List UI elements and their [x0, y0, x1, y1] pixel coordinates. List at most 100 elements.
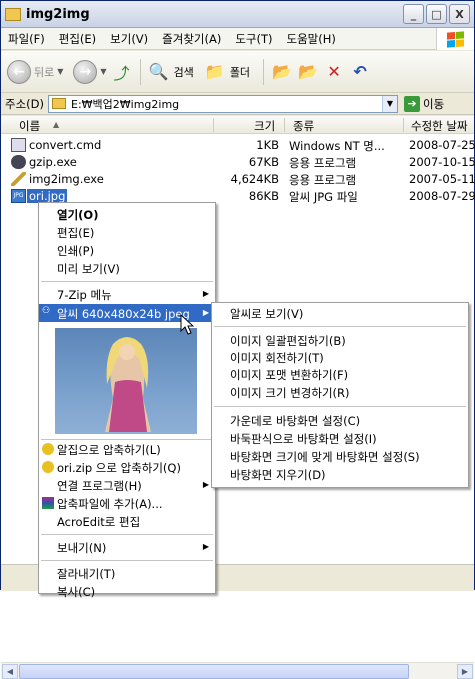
- menu-item-open-with[interactable]: 연결 프로그램(H) ▶: [39, 476, 215, 494]
- menu-item-alzip-ori[interactable]: ori.zip 으로 압축하기(Q): [39, 458, 215, 476]
- scroll-right-icon[interactable]: ▶: [457, 664, 473, 679]
- column-name[interactable]: 이름: [19, 118, 40, 133]
- column-divider[interactable]: [213, 118, 214, 132]
- back-arrow-icon: ←: [7, 59, 31, 84]
- chevron-down-icon[interactable]: ▼: [100, 67, 106, 76]
- window-title: img2img: [26, 6, 90, 22]
- back-button[interactable]: ← 뒤로 ▼: [7, 59, 63, 84]
- search-label[interactable]: 검색: [174, 64, 194, 80]
- copy-to-icon[interactable]: 📂: [297, 61, 319, 83]
- chevron-right-icon: ▶: [202, 542, 209, 551]
- menu-divider: [41, 281, 213, 282]
- alsee-submenu: 알씨로 보기(V) 이미지 일괄편집하기(B) 이미지 회전하기(T) 이미지 …: [211, 302, 469, 488]
- forward-arrow-icon: →: [73, 59, 98, 84]
- go-arrow-icon: ➔: [404, 95, 420, 112]
- menu-divider: [214, 406, 466, 407]
- toolbar-divider: [139, 58, 141, 85]
- menu-item-alzip[interactable]: 알집으로 압축하기(L): [39, 440, 215, 458]
- thumbnail-figure: [105, 337, 151, 432]
- minimize-button[interactable]: _: [403, 4, 424, 24]
- address-input[interactable]: E:₩백업2₩img2img ▼: [48, 94, 398, 113]
- chevron-right-icon: ▶: [202, 289, 209, 298]
- folder-icon: [52, 98, 66, 109]
- go-button[interactable]: ➔ 이동: [404, 95, 445, 112]
- menu-bar: 파일(F) 편집(E) 보기(V) 즐겨찾기(A) 도구(T) 도움말(H): [1, 28, 474, 50]
- column-divider[interactable]: [284, 118, 285, 132]
- cmd-file-icon: [11, 138, 26, 152]
- chevron-right-icon: ▶: [202, 308, 209, 317]
- submenu-item-clear-wallpaper[interactable]: 바탕화면 지우기(D): [230, 467, 326, 483]
- list-item[interactable]: gzip.exe 67KB 응용 프로그램 2007-10-15: [7, 154, 475, 171]
- submenu-item-stretch-wallpaper[interactable]: 바탕화면 크기에 맞게 바탕화면 설정(S): [230, 449, 420, 465]
- scroll-left-icon[interactable]: ◀: [2, 664, 18, 679]
- undo-icon[interactable]: ↶: [349, 61, 371, 83]
- menu-item-copy[interactable]: 복사(C): [39, 582, 215, 600]
- menu-item-send-to[interactable]: 보내기(N) ▶: [39, 538, 215, 556]
- column-divider[interactable]: [403, 118, 404, 132]
- toolbar-divider: [263, 58, 265, 85]
- maximize-button[interactable]: □: [426, 4, 447, 24]
- address-path: E:₩백업2₩img2img: [71, 97, 180, 111]
- folders-label[interactable]: 폴더: [230, 64, 250, 80]
- toolbar: ← 뒤로 ▼ → ▼ ⤴ 🔍 검색 📁 폴더 📂 📂 ✕ ↶: [1, 51, 474, 93]
- scrollbar-thumb[interactable]: [19, 664, 409, 679]
- submenu-item-view[interactable]: 알씨로 보기(V): [230, 306, 303, 322]
- list-item[interactable]: convert.cmd 1KB Windows NT 명... 2008-07-…: [7, 137, 475, 154]
- menu-item-open[interactable]: 열기(O): [39, 205, 215, 223]
- list-item[interactable]: img2img.exe 4,624KB 응용 프로그램 2007-05-11: [7, 171, 475, 188]
- menu-favorites[interactable]: 즐겨찾기(A): [155, 31, 228, 47]
- submenu-item-tile-wallpaper[interactable]: 바둑판식으로 바탕화면 설정(I): [230, 431, 377, 447]
- menu-item-preview[interactable]: 미리 보기(V): [39, 259, 215, 277]
- submenu-item-format[interactable]: 이미지 포맷 변환하기(F): [230, 367, 348, 383]
- address-label: 주소(D): [5, 96, 44, 111]
- menu-item-edit[interactable]: 편집(E): [39, 223, 215, 241]
- folder-icon: [5, 7, 21, 21]
- column-header: 이름 ▲ 크기 종류 수정한 날짜: [1, 116, 474, 134]
- menu-item-add-archive[interactable]: 압축파일에 추가(A)...: [39, 494, 215, 512]
- column-date[interactable]: 수정한 날짜: [411, 118, 468, 133]
- sort-up-icon: ▲: [53, 120, 60, 129]
- menu-divider: [41, 560, 213, 561]
- move-to-icon[interactable]: 📂: [271, 61, 293, 83]
- go-label: 이동: [423, 96, 445, 111]
- address-bar: 주소(D) E:₩백업2₩img2img ▼ ➔ 이동: [1, 93, 474, 115]
- column-size[interactable]: 크기: [254, 118, 275, 133]
- chevron-down-icon[interactable]: ▼: [382, 95, 397, 112]
- menu-item-7zip[interactable]: 7-Zip 메뉴 ▶: [39, 285, 215, 303]
- jpg-file-icon: JPG: [11, 189, 26, 203]
- context-menu: 열기(O) 편집(E) 인쇄(P) 미리 보기(V) 7-Zip 메뉴 ▶ ⚇ 알…: [38, 202, 216, 599]
- menu-view[interactable]: 보기(V): [103, 31, 155, 47]
- menu-help[interactable]: 도움말(H): [280, 31, 343, 47]
- close-button[interactable]: X: [449, 4, 470, 24]
- mouse-cursor-icon: [180, 314, 194, 335]
- exe-file-icon: [11, 155, 26, 169]
- image-thumbnail: [55, 328, 197, 434]
- search-icon[interactable]: 🔍: [148, 61, 170, 83]
- exe-file-icon: [11, 172, 26, 186]
- menu-item-cut[interactable]: 잘라내기(T): [39, 564, 215, 582]
- submenu-item-batch[interactable]: 이미지 일괄편집하기(B): [230, 333, 346, 349]
- menu-item-print[interactable]: 인쇄(P): [39, 241, 215, 259]
- chevron-right-icon: ▶: [202, 480, 209, 489]
- windows-logo-icon: [436, 28, 474, 50]
- submenu-item-resize[interactable]: 이미지 크기 변경하기(R): [230, 385, 350, 401]
- menu-edit[interactable]: 편집(E): [52, 31, 103, 47]
- delete-icon[interactable]: ✕: [323, 61, 345, 83]
- alsee-icon: ⚇: [42, 306, 51, 316]
- menu-divider: [41, 534, 213, 535]
- folders-icon[interactable]: 📁: [204, 61, 226, 83]
- menu-file[interactable]: 파일(F): [1, 31, 52, 47]
- alzip-icon: [42, 461, 54, 473]
- submenu-item-center-wallpaper[interactable]: 가운데로 바탕화면 설정(C): [230, 413, 360, 429]
- forward-button[interactable]: → ▼: [73, 59, 107, 84]
- alzip-icon: [42, 443, 54, 455]
- horizontal-scrollbar[interactable]: ◀ ▶: [1, 662, 474, 679]
- column-type[interactable]: 종류: [293, 118, 314, 133]
- title-bar[interactable]: img2img _ □ X: [1, 1, 474, 28]
- menu-item-acroedit[interactable]: AcroEdit로 편집: [39, 512, 215, 530]
- chevron-down-icon[interactable]: ▼: [57, 67, 63, 76]
- up-folder-icon[interactable]: ⤴: [111, 61, 133, 83]
- menu-tools[interactable]: 도구(T): [228, 31, 279, 47]
- submenu-item-rotate[interactable]: 이미지 회전하기(T): [230, 350, 324, 366]
- menu-divider: [214, 326, 466, 327]
